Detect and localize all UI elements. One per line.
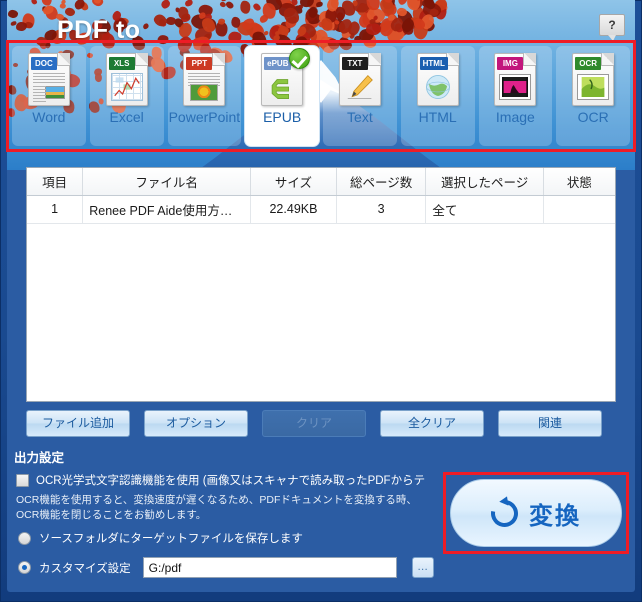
page-fold-corner <box>56 53 70 66</box>
output-settings-title: 出力設定 <box>14 451 65 465</box>
table-header-row: 項目 ファイル名 サイズ 総ページ数 選択したページ 状態 <box>27 168 615 196</box>
ocr-checkbox-row[interactable]: OCR光学式文字認識機能を使用 (画像又はスキャナで読み取ったPDFからテ <box>16 472 434 488</box>
help-button[interactable]: ? <box>599 14 625 41</box>
column-header-selected-pages[interactable]: 選択したページ <box>425 168 544 196</box>
format-tag-label: XLS <box>108 57 135 70</box>
image-file-icon: IMG <box>494 53 537 106</box>
format-tile-powerpoint[interactable]: PPT PowerPoint <box>167 46 242 146</box>
custom-folder-option[interactable]: カスタマイズ設定 … <box>18 557 434 578</box>
page-fold-corner <box>523 53 537 66</box>
file-list-table[interactable]: 項目 ファイル名 サイズ 総ページ数 選択したページ 状態 1 Renee PD… <box>26 167 616 402</box>
file-icon-artwork <box>577 73 609 101</box>
cell-status <box>543 195 615 224</box>
browse-folder-button[interactable]: … <box>411 557 434 578</box>
clear-button: クリア <box>262 410 366 437</box>
column-header-index[interactable]: 項目 <box>27 168 84 196</box>
text-file-icon: TXT <box>338 53 381 106</box>
page-title: PDF to <box>57 16 141 44</box>
ocr-file-icon: OCR <box>572 53 615 106</box>
radio-custom-folder[interactable] <box>18 561 31 574</box>
save-to-source-folder-option[interactable]: ソースフォルダにターゲットファイルを保存します <box>18 530 303 546</box>
page-fold-corner <box>601 53 615 66</box>
format-tile-label: Word <box>32 109 66 125</box>
refresh-icon <box>485 494 524 532</box>
application-window: PDF to ? DOC Word XLS Excel PPT PowerPoint ePU… <box>0 0 642 602</box>
format-tile-label: OCR <box>577 109 609 125</box>
format-tag-label: OCR <box>575 57 602 70</box>
format-tile-html[interactable]: HTML HTML <box>400 46 475 146</box>
format-tile-text[interactable]: TXT Text <box>323 46 397 146</box>
ocr-checkbox-label: OCR光学式文字認識機能を使用 (画像又はスキャナで読み取ったPDFからテ <box>36 475 426 487</box>
format-tag-label: PPT <box>186 57 213 70</box>
format-tile-label: EPUB <box>263 109 302 125</box>
format-tile-label: HTML <box>418 109 457 125</box>
column-header-pages[interactable]: 総ページ数 <box>336 168 427 196</box>
format-tile-label: Excel <box>109 109 144 125</box>
convert-button-label: 変換 <box>529 502 581 530</box>
html-file-icon: HTML <box>416 53 459 106</box>
file-icon-artwork <box>422 73 454 101</box>
format-tile-label: PowerPoint <box>168 109 241 125</box>
radio-source-folder-label: ソースフォルダにターゲットファイルを保存します <box>39 533 303 545</box>
table-row[interactable]: 1 Renee PDF Aide使用方… 22.49KB 3 全て <box>27 195 615 224</box>
file-icon-artwork <box>188 73 221 101</box>
format-tile-word[interactable]: DOC Word <box>12 46 86 146</box>
excel-file-icon: XLS <box>105 53 148 106</box>
column-header-filename[interactable]: ファイル名 <box>82 168 252 196</box>
radio-custom-folder-label: カスタマイズ設定 <box>39 562 131 575</box>
file-icon-artwork <box>32 73 65 102</box>
format-tag-label: HTML <box>419 57 448 70</box>
format-tile-label: Image <box>495 109 535 125</box>
file-icon-artwork <box>110 73 143 101</box>
cell-size: 22.49KB <box>250 195 337 224</box>
format-tag-label: ePUB <box>264 57 292 70</box>
file-icon-artwork <box>344 73 376 101</box>
radio-source-folder[interactable] <box>18 531 31 545</box>
options-button[interactable]: オプション <box>144 410 248 437</box>
output-path-input[interactable] <box>142 557 397 578</box>
format-tag-label: DOC <box>30 57 57 70</box>
format-tile-ocr[interactable]: OCR OCR <box>556 46 630 146</box>
convert-button[interactable]: 変換 <box>450 479 622 547</box>
ocr-description-text: OCR機能を使用すると、変換速度が遅くなるため、PDFドキュメントを変換する時、… <box>16 494 417 521</box>
format-tag-label: IMG <box>497 57 524 70</box>
word-file-icon: DOC <box>27 53 70 106</box>
powerpoint-file-icon: PPT <box>183 53 226 106</box>
related-button[interactable]: 関連 <box>498 410 602 437</box>
action-button-row: ファイル追加 オプション クリア 全クリア 関連 <box>26 410 616 438</box>
format-selector: DOC Word XLS Excel PPT PowerPoint ePUB EPUB TXT T… <box>12 46 630 146</box>
format-tile-label: Text <box>347 109 373 125</box>
format-tile-excel[interactable]: XLS Excel <box>89 46 164 146</box>
clear-all-button[interactable]: 全クリア <box>380 410 484 437</box>
format-tile-epub[interactable]: ePUB EPUB <box>245 46 319 146</box>
page-fold-corner <box>212 53 226 66</box>
ocr-checkbox[interactable] <box>16 473 29 487</box>
file-icon-artwork <box>499 73 531 101</box>
cell-pages: 3 <box>336 195 427 224</box>
column-header-status[interactable]: 状態 <box>543 168 615 196</box>
format-tag-label: TXT <box>341 57 368 70</box>
cell-index: 1 <box>27 195 84 224</box>
column-header-size[interactable]: サイズ <box>250 168 337 196</box>
page-fold-corner <box>134 53 148 66</box>
file-icon-artwork <box>266 73 298 101</box>
add-file-button[interactable]: ファイル追加 <box>26 410 130 437</box>
format-tile-image[interactable]: IMG Image <box>478 46 553 146</box>
cell-selected-pages: 全て <box>425 195 544 224</box>
cell-filename: Renee PDF Aide使用方… <box>82 195 252 224</box>
page-fold-corner <box>367 53 381 66</box>
selected-check-icon <box>289 48 310 69</box>
